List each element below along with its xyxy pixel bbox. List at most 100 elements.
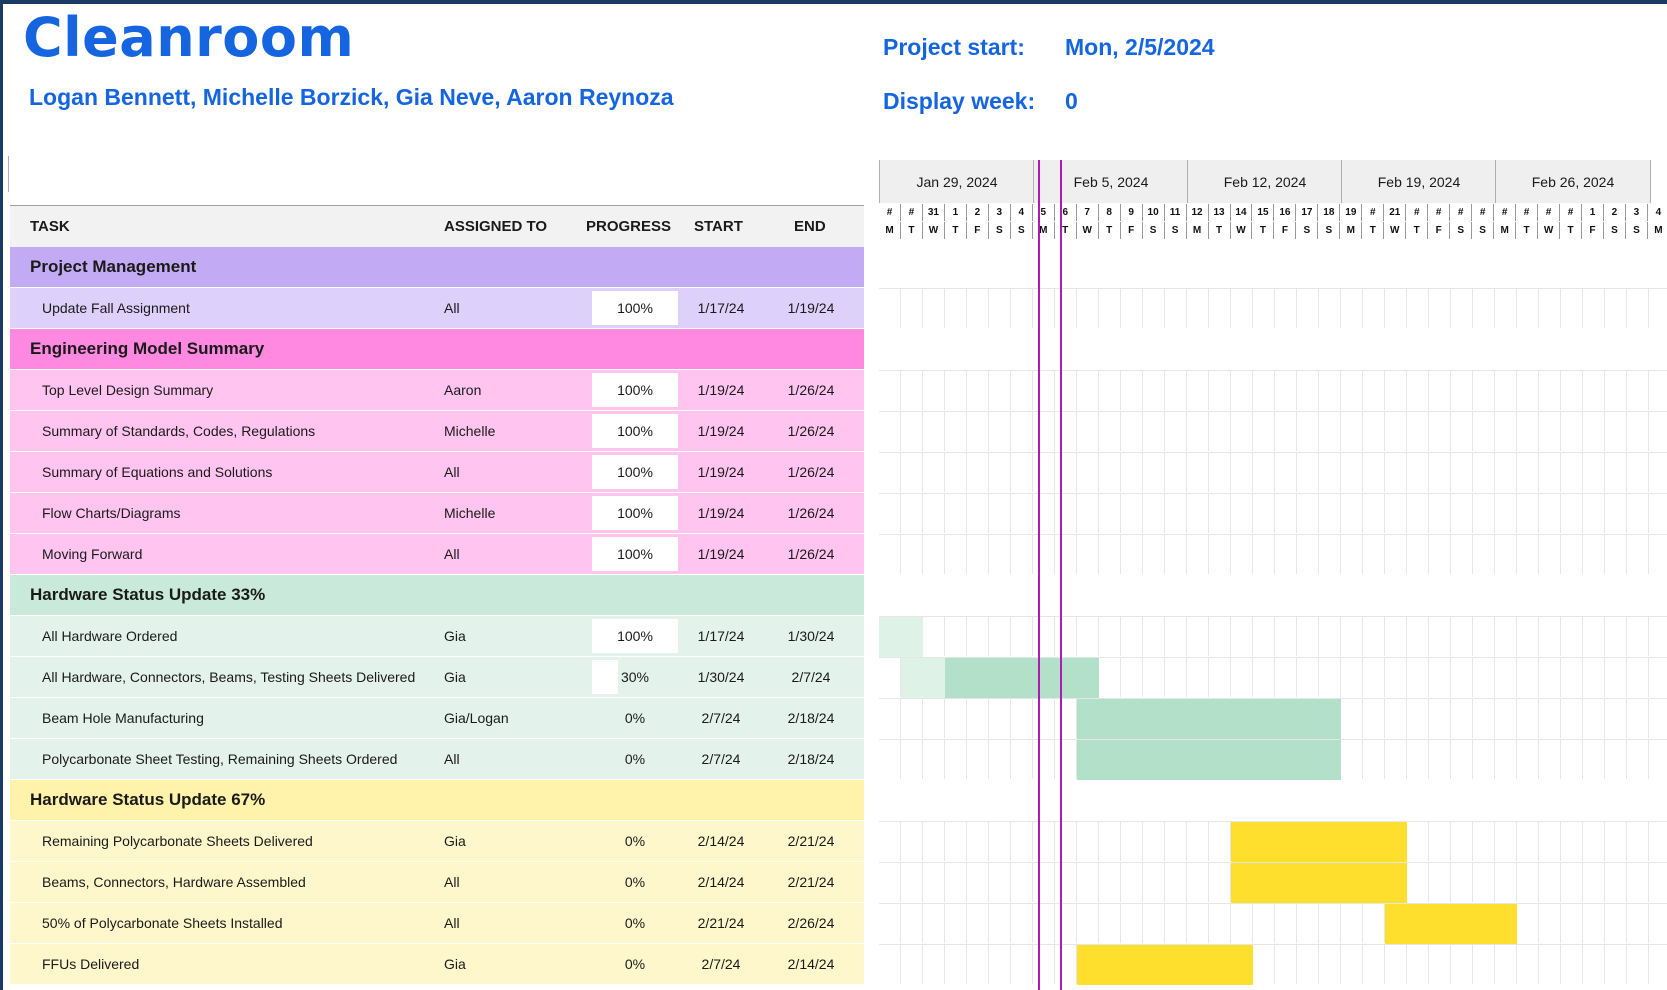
column-header-task[interactable]: TASK [30, 218, 70, 235]
task-assigned[interactable]: Gia [444, 944, 466, 984]
task-end[interactable]: 2/18/24 [766, 698, 856, 738]
task-name[interactable]: Summary of Standards, Codes, Regulations [42, 411, 315, 451]
phase-row[interactable]: Engineering Model Summary [10, 329, 864, 370]
column-header-assigned[interactable]: ASSIGNED TO [444, 218, 547, 235]
task-assigned[interactable]: All [444, 452, 460, 492]
task-row[interactable]: Beam Hole Manufacturing Gia/Logan 0% 2/7/24… [10, 698, 864, 739]
task-assigned[interactable]: Aaron [444, 370, 481, 410]
task-progress[interactable]: 100% [592, 288, 678, 328]
task-row[interactable]: Top Level Design Summary Aaron 100% 1/19/24… [10, 370, 864, 411]
task-end[interactable]: 1/19/24 [766, 288, 856, 328]
task-assigned[interactable]: All [444, 739, 460, 779]
task-name[interactable]: Update Fall Assignment [42, 288, 190, 328]
task-name[interactable]: Beams, Connectors, Hardware Assembled [42, 862, 306, 902]
task-name[interactable]: Polycarbonate Sheet Testing, Remaining S… [42, 739, 397, 779]
task-progress[interactable]: 0% [592, 944, 678, 984]
task-row[interactable]: Flow Charts/Diagrams Michelle 100% 1/19/24 1… [10, 493, 864, 534]
task-row[interactable]: All Hardware Ordered Gia 100% 1/17/24 1/30/2… [10, 616, 864, 657]
task-name[interactable]: Flow Charts/Diagrams [42, 493, 180, 533]
task-progress[interactable]: 100% [592, 493, 678, 533]
gantt-bar[interactable] [945, 658, 1099, 698]
task-end[interactable]: 1/26/24 [766, 411, 856, 451]
task-start[interactable]: 2/21/24 [678, 903, 764, 943]
task-end[interactable]: 2/21/24 [766, 821, 856, 861]
task-assigned[interactable]: All [444, 862, 460, 902]
task-end[interactable]: 1/26/24 [766, 452, 856, 492]
task-row[interactable]: Polycarbonate Sheet Testing, Remaining S… [10, 739, 864, 780]
task-assigned[interactable]: All [444, 903, 460, 943]
column-header-progress[interactable]: PROGRESS [586, 218, 671, 235]
task-progress[interactable]: 0% [592, 862, 678, 902]
phase-name[interactable]: Project Management [30, 247, 196, 287]
task-progress[interactable]: 0% [592, 739, 678, 779]
task-name[interactable]: Top Level Design Summary [42, 370, 213, 410]
task-name[interactable]: All Hardware, Connectors, Beams, Testing… [42, 657, 415, 697]
task-progress[interactable]: 100% [592, 452, 678, 492]
task-name[interactable]: Moving Forward [42, 534, 142, 574]
task-end[interactable]: 2/18/24 [766, 739, 856, 779]
gantt-bar-completed[interactable] [879, 617, 923, 657]
task-assigned[interactable]: All [444, 534, 460, 574]
column-header-start[interactable]: START [694, 218, 743, 235]
task-end[interactable]: 1/26/24 [766, 493, 856, 533]
task-start[interactable]: 2/7/24 [678, 944, 764, 984]
task-row[interactable]: FFUs Delivered Gia 0% 2/7/24 2/14/24 [10, 944, 864, 985]
phase-row[interactable]: Hardware Status Update 67% [10, 780, 864, 821]
task-start[interactable]: 1/19/24 [678, 493, 764, 533]
task-end[interactable]: 2/14/24 [766, 944, 856, 984]
task-progress[interactable]: 100% [592, 534, 678, 574]
task-start[interactable]: 1/19/24 [678, 452, 764, 492]
task-assigned[interactable]: Gia [444, 657, 466, 697]
task-end[interactable]: 2/26/24 [766, 903, 856, 943]
task-row[interactable]: Update Fall Assignment All 100% 1/17/24 1/19… [10, 288, 864, 329]
task-end[interactable]: 2/7/24 [766, 657, 856, 697]
task-row[interactable]: Summary of Standards, Codes, Regulations… [10, 411, 864, 452]
task-row[interactable]: Moving Forward All 100% 1/19/24 1/26/24 [10, 534, 864, 575]
task-end[interactable]: 2/21/24 [766, 862, 856, 902]
task-assigned[interactable]: Michelle [444, 493, 495, 533]
task-row[interactable]: All Hardware, Connectors, Beams, Testing… [10, 657, 864, 698]
task-progress[interactable]: 0% [592, 903, 678, 943]
task-progress[interactable]: 0% [592, 821, 678, 861]
task-start[interactable]: 2/7/24 [678, 739, 764, 779]
gantt-bar[interactable] [1385, 904, 1517, 944]
task-start[interactable]: 2/14/24 [678, 821, 764, 861]
gantt-bar[interactable] [1231, 822, 1407, 862]
task-name[interactable]: All Hardware Ordered [42, 616, 177, 656]
task-progress[interactable]: 100% [592, 616, 678, 656]
phase-name[interactable]: Engineering Model Summary [30, 329, 264, 369]
task-name[interactable]: FFUs Delivered [42, 944, 139, 984]
task-start[interactable]: 2/7/24 [678, 698, 764, 738]
gantt-bar[interactable] [1077, 740, 1341, 780]
project-start-value[interactable]: Mon, 2/5/2024 [1065, 34, 1215, 61]
phase-name[interactable]: Hardware Status Update 33% [30, 575, 265, 615]
task-name[interactable]: Remaining Polycarbonate Sheets Delivered [42, 821, 313, 861]
task-progress[interactable]: 0% [592, 698, 678, 738]
task-start[interactable]: 1/19/24 [678, 534, 764, 574]
task-progress[interactable]: 30% [592, 657, 678, 697]
task-end[interactable]: 1/26/24 [766, 370, 856, 410]
task-start[interactable]: 1/17/24 [678, 616, 764, 656]
task-assigned[interactable]: Gia [444, 821, 466, 861]
task-row[interactable]: Beams, Connectors, Hardware Assembled All… [10, 862, 864, 903]
task-assigned[interactable]: Gia [444, 616, 466, 656]
task-start[interactable]: 2/14/24 [678, 862, 764, 902]
task-progress[interactable]: 100% [592, 411, 678, 451]
phase-name[interactable]: Hardware Status Update 67% [30, 780, 265, 820]
task-start[interactable]: 1/30/24 [678, 657, 764, 697]
task-start[interactable]: 1/19/24 [678, 411, 764, 451]
task-end[interactable]: 1/30/24 [766, 616, 856, 656]
gantt-bar[interactable] [1077, 699, 1341, 739]
column-header-end[interactable]: END [794, 218, 826, 235]
task-name[interactable]: 50% of Polycarbonate Sheets Installed [42, 903, 283, 943]
gantt-bar[interactable] [1231, 863, 1407, 903]
task-row[interactable]: 50% of Polycarbonate Sheets Installed All… [10, 903, 864, 944]
task-assigned[interactable]: Michelle [444, 411, 495, 451]
task-assigned[interactable]: Gia/Logan [444, 698, 509, 738]
task-start[interactable]: 1/17/24 [678, 288, 764, 328]
gantt-bar[interactable] [1077, 945, 1253, 985]
task-progress[interactable]: 100% [592, 370, 678, 410]
phase-row[interactable]: Project Management [10, 247, 864, 288]
task-assigned[interactable]: All [444, 288, 460, 328]
phase-row[interactable]: Hardware Status Update 33% [10, 575, 864, 616]
